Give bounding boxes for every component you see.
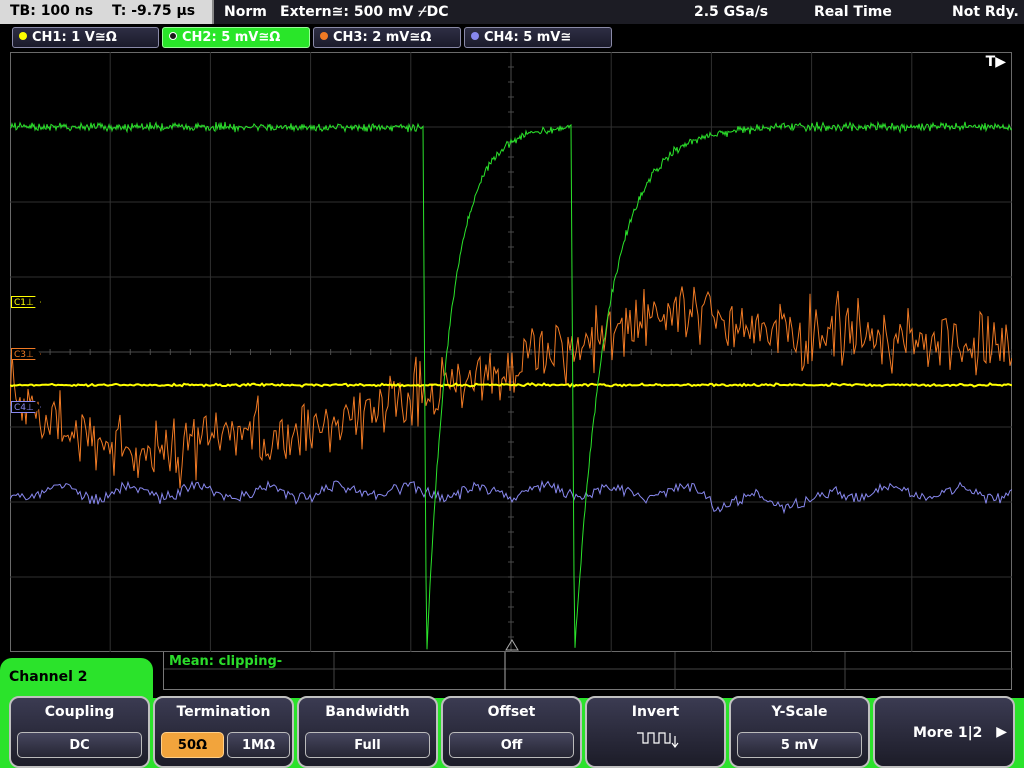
run-state: Not Rdy. — [952, 4, 1019, 20]
measurement-readout: Mean: clipping- — [169, 654, 283, 669]
tab-ch2-label: CH2: 5 mV≅Ω — [182, 30, 281, 45]
measurement-grid — [164, 652, 1013, 690]
ch1-dot-icon — [19, 32, 27, 40]
ch4-offset-marker[interactable]: C4⊥ — [11, 401, 41, 413]
status-bar: TB: 100 ns T: -9.75 µs Norm Extern≅: 500… — [0, 0, 1024, 24]
bandwidth-label: Bandwidth — [325, 704, 410, 720]
timebase-box[interactable]: TB: 100 ns T: -9.75 µs — [0, 0, 214, 24]
tab-ch2[interactable]: CH2: 5 mV≅Ω — [162, 27, 310, 48]
trigger-position-marker-icon[interactable] — [505, 639, 519, 651]
offset-softkey[interactable]: Offset Off — [441, 696, 582, 768]
measurement-panel: Mean: clipping- — [163, 652, 1013, 690]
termination-50ohm-button[interactable]: 50Ω — [161, 732, 224, 758]
tab-ch4[interactable]: CH4: 5 mV≅ — [464, 27, 612, 48]
trigger-mode[interactable]: Norm — [224, 4, 267, 20]
invert-label: Invert — [631, 704, 680, 720]
bandwidth-softkey[interactable]: Bandwidth Full — [297, 696, 438, 768]
waveform-canvas — [10, 52, 1012, 652]
yscale-label: Y-Scale — [771, 704, 828, 720]
coupling-value[interactable]: DC — [17, 732, 142, 758]
trigger-level-indicator[interactable]: T▶ — [986, 54, 1006, 70]
offset-label: Offset — [487, 704, 536, 720]
coupling-label: Coupling — [44, 704, 115, 720]
yscale-softkey[interactable]: Y-Scale 5 mV — [729, 696, 870, 768]
termination-label: Termination — [176, 704, 271, 720]
more-label: More 1|2 — [913, 725, 983, 741]
ch1-offset-marker[interactable]: C1⊥ — [11, 296, 41, 308]
tab-ch3[interactable]: CH3: 2 mV≅Ω — [313, 27, 461, 48]
trigger-time-readout: T: -9.75 µs — [111, 3, 196, 19]
more-softkey[interactable]: More 1|2 ▶ — [873, 696, 1015, 768]
ch2-dot-icon — [169, 32, 177, 40]
acquisition-mode: Real Time — [814, 4, 892, 20]
waveform-display[interactable]: T▶ C1⊥ C3⊥ C4⊥ — [10, 52, 1012, 652]
timebase-readout: TB: 100 ns — [10, 3, 94, 19]
yscale-value[interactable]: 5 mV — [737, 732, 862, 758]
termination-1mohm-button[interactable]: 1MΩ — [227, 732, 290, 758]
ch4-dot-icon — [471, 32, 479, 40]
ch3-dot-icon — [320, 32, 328, 40]
graticule — [10, 52, 1012, 652]
arrow-right-icon: ▶ — [996, 724, 1007, 740]
trigger-source[interactable]: Extern≅: 500 mV ⌿DC — [280, 4, 449, 20]
coupling-softkey[interactable]: Coupling DC — [9, 696, 150, 768]
tab-ch1-label: CH1: 1 V≅Ω — [32, 30, 117, 45]
termination-softkey[interactable]: Termination 50Ω 1MΩ — [153, 696, 294, 768]
ch3-offset-marker[interactable]: C3⊥ — [11, 348, 41, 360]
bandwidth-value[interactable]: Full — [305, 732, 430, 758]
invert-softkey[interactable]: Invert — [585, 696, 726, 768]
tab-ch3-label: CH3: 2 mV≅Ω — [333, 30, 432, 45]
menu-title: Channel 2 — [0, 658, 153, 698]
sample-rate: 2.5 GSa/s — [694, 4, 769, 20]
square-wave-invert-icon — [637, 732, 679, 748]
channel-tabs: CH1: 1 V≅Ω CH2: 5 mV≅Ω CH3: 2 mV≅Ω CH4: … — [0, 24, 1024, 50]
offset-value[interactable]: Off — [449, 732, 574, 758]
tab-ch1[interactable]: CH1: 1 V≅Ω — [12, 27, 159, 48]
tab-ch4-label: CH4: 5 mV≅ — [484, 30, 572, 45]
